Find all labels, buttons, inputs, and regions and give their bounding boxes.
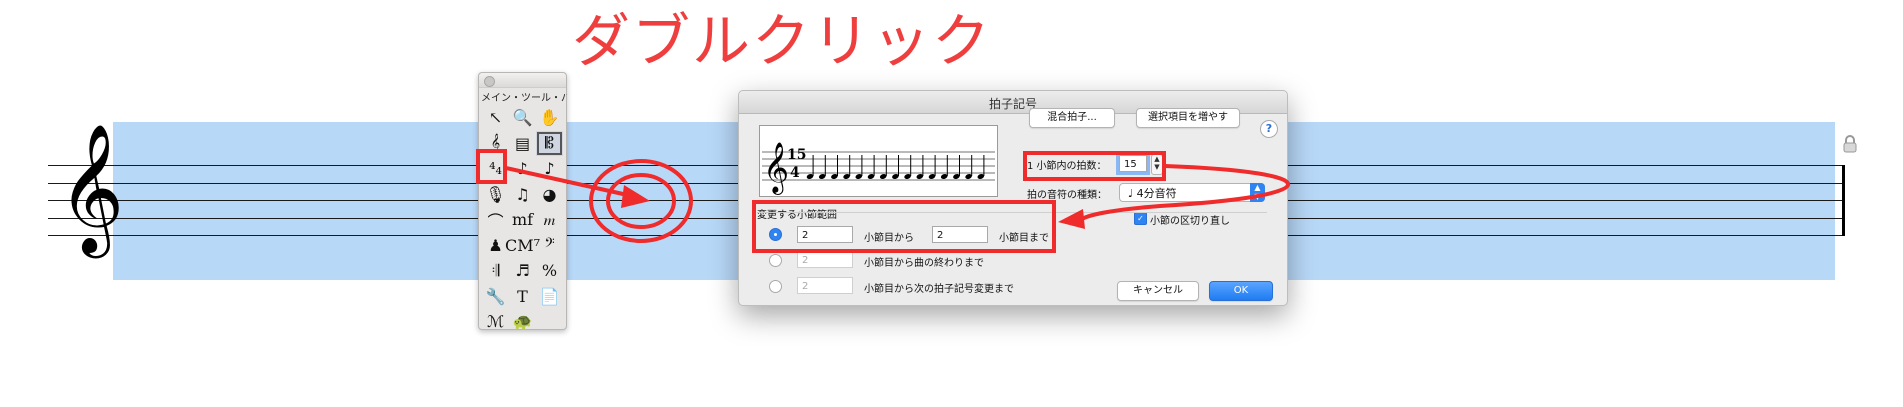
radio-to-end[interactable] bbox=[769, 254, 782, 267]
chevron-updown-icon: ▲ ▼ bbox=[1250, 183, 1265, 202]
option3-from-input[interactable]: 2 bbox=[797, 277, 853, 294]
tuplet-tool-icon[interactable]: ♫ bbox=[509, 182, 536, 208]
repeat-tool-icon[interactable]: 𝄇 bbox=[482, 258, 509, 284]
cancel-button[interactable]: キャンセル bbox=[1117, 281, 1199, 301]
time-signature-tool-icon[interactable]: 𝄡 bbox=[536, 130, 563, 156]
preview-denominator: 4 bbox=[790, 165, 800, 181]
beat-duration-select[interactable]: ♩ 4分音符 ▲ ▼ bbox=[1119, 183, 1265, 202]
preview-clef-icon: 𝄞 bbox=[763, 142, 789, 195]
radio-to-next-change[interactable] bbox=[769, 280, 782, 293]
final-barline bbox=[1842, 165, 1845, 236]
hand-grabber-tool-icon[interactable]: ✋ bbox=[536, 105, 563, 131]
palette-titlebar[interactable] bbox=[479, 73, 566, 88]
speedy-entry-tool-icon[interactable]: ♪ bbox=[536, 156, 563, 182]
articulation-tool-icon[interactable]: 𝆐 bbox=[536, 207, 563, 233]
option2-from-input[interactable]: 2 bbox=[797, 251, 853, 268]
graphics-tool-icon[interactable]: 🐢 bbox=[509, 309, 536, 335]
instrument-tool-icon[interactable]: 🎙 bbox=[482, 182, 509, 208]
lock-icon[interactable] bbox=[1842, 135, 1858, 153]
main-tool-palette: メイン・ツール・パ ↖ 🔍 ✋ 𝄞 ▤ 𝄡 ⁴₄ ♪ ♪ 🎙 ♫ ◕ ⌒ mf 𝆐 ♟ CM⁷ 𝄢 𝄇 ♬% 🔧 T 📄 ℳ 🐢 bbox=[478, 72, 567, 331]
beat-duration-label: 拍の音符の種類： bbox=[1027, 190, 1107, 201]
palette-close-button[interactable] bbox=[484, 76, 495, 87]
mirror-tool-icon[interactable]: ♬ bbox=[509, 258, 536, 284]
page-layout-tool-icon[interactable]: 📄 bbox=[536, 284, 563, 310]
text-tool-icon[interactable]: T bbox=[509, 284, 536, 310]
option3-label: 小節目から次の拍子記号変更まで bbox=[864, 284, 1014, 295]
simple-entry-tool-icon[interactable]: ♪ bbox=[509, 156, 536, 182]
selection-tool-icon[interactable]: ↖ bbox=[482, 105, 509, 131]
help-button[interactable]: ? bbox=[1260, 120, 1278, 138]
highlight-beats-field bbox=[1023, 151, 1166, 181]
preview-numerator: 15 bbox=[787, 147, 806, 163]
time-signature-preview: 𝄞 15 4 bbox=[759, 125, 998, 197]
option2-label: 小節目から曲の終わりまで bbox=[864, 258, 984, 269]
key-signature-tool-icon[interactable]: ▤ bbox=[509, 131, 536, 157]
special-tools-icon[interactable]: 🔧 bbox=[482, 284, 509, 310]
rebar-checkbox[interactable]: ✓ bbox=[1134, 212, 1147, 225]
clef-tool-icon[interactable]: 𝄢 bbox=[536, 233, 563, 259]
ok-button[interactable]: OK bbox=[1209, 281, 1273, 301]
composite-button[interactable]: 混合拍子... bbox=[1029, 108, 1115, 128]
smart-shape-tool-icon[interactable]: ⌒ bbox=[482, 207, 509, 233]
mixer-tool-icon[interactable]: ◕ bbox=[536, 182, 563, 208]
highlight-measure-region bbox=[752, 200, 1056, 253]
more-choices-button[interactable]: 選択項目を増やす bbox=[1136, 108, 1240, 128]
time-signature-dialog: 拍子記号 𝄞 15 4 混合拍子... 選択項目を増やす ? 1 小節内の拍数：… bbox=[738, 90, 1288, 306]
treble-clef-icon: 𝄞 bbox=[58, 123, 125, 253]
measure-tool-icon[interactable]: % bbox=[536, 258, 563, 284]
annotation-title: ダブルクリック bbox=[572, 7, 993, 75]
chord-tool-icon[interactable]: CM⁷ bbox=[505, 233, 540, 259]
palette-title: メイン・ツール・パ bbox=[481, 93, 567, 104]
rebar-checkbox-label: 小節の区切り直し bbox=[1150, 216, 1230, 227]
tool-grid: ↖ 🔍 ✋ 𝄞 ▤ 𝄡 ⁴₄ ♪ ♪ 🎙 ♫ ◕ ⌒ mf 𝆐 ♟ CM⁷ 𝄢 𝄇 ♬% 🔧 T 📄 ℳ 🐢 bbox=[482, 105, 566, 335]
expression-tool-icon[interactable]: mf bbox=[509, 207, 536, 233]
highlight-time-signature-tool bbox=[476, 149, 507, 184]
zoom-tool-icon[interactable]: 🔍 bbox=[509, 105, 536, 131]
beat-duration-value: ♩ 4分音符 bbox=[1128, 187, 1177, 200]
lyrics-tool-icon[interactable]: ℳ bbox=[482, 309, 509, 335]
